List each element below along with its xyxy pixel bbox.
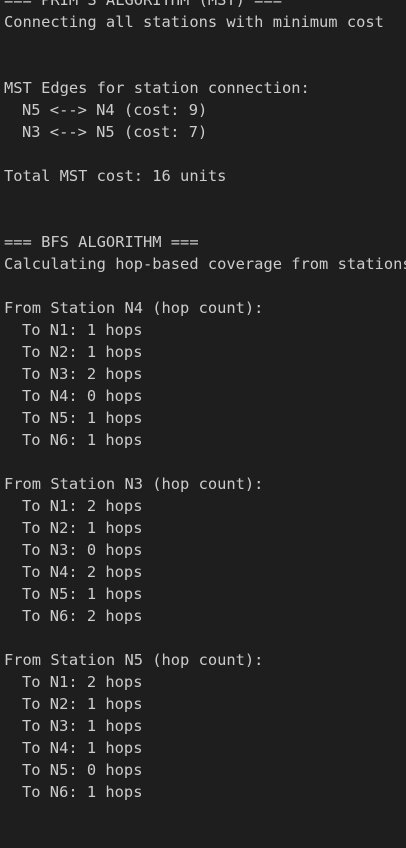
output-line: N5 <--> N4 (cost: 9) (22, 101, 208, 119)
output-line: To N6: 1 hops (22, 783, 143, 801)
output-line: To N1: 2 hops (22, 673, 143, 691)
output-line: To N4: 1 hops (22, 739, 143, 757)
output-line: To N3: 0 hops (22, 541, 143, 559)
output-line: From Station N5 (hop count): (4, 651, 264, 669)
output-line: To N1: 2 hops (22, 497, 143, 515)
output-line: To N4: 2 hops (22, 563, 143, 581)
output-line: To N4: 0 hops (22, 387, 143, 405)
output-line: N3 <--> N5 (cost: 7) (22, 123, 208, 141)
output-line: To N5: 1 hops (22, 585, 143, 603)
output-line: From Station N3 (hop count): (4, 475, 264, 493)
output-line: To N2: 1 hops (22, 695, 143, 713)
output-line: Total MST cost: 16 units (4, 167, 227, 185)
output-line: To N2: 1 hops (22, 519, 143, 537)
output-line: To N3: 1 hops (22, 717, 143, 735)
output-line: To N2: 1 hops (22, 343, 143, 361)
output-line: === BFS ALGORITHM === (4, 233, 199, 251)
output-line: To N1: 1 hops (22, 321, 143, 339)
terminal-output[interactable]: === PRIM'S ALGORITHM (MST) === Connecting… (0, 0, 406, 803)
output-line: From Station N4 (hop count): (4, 299, 264, 317)
output-line: === PRIM'S ALGORITHM (MST) === (4, 0, 282, 9)
output-line: To N5: 1 hops (22, 409, 143, 427)
output-line: To N6: 2 hops (22, 607, 143, 625)
output-line: Connecting all stations with minimum cos… (4, 13, 384, 31)
output-line: Calculating hop-based coverage from stat… (4, 255, 406, 273)
output-line: To N6: 1 hops (22, 431, 143, 449)
output-line: To N5: 0 hops (22, 761, 143, 779)
output-line: MST Edges for station connection: (4, 79, 310, 97)
output-line: To N3: 2 hops (22, 365, 143, 383)
